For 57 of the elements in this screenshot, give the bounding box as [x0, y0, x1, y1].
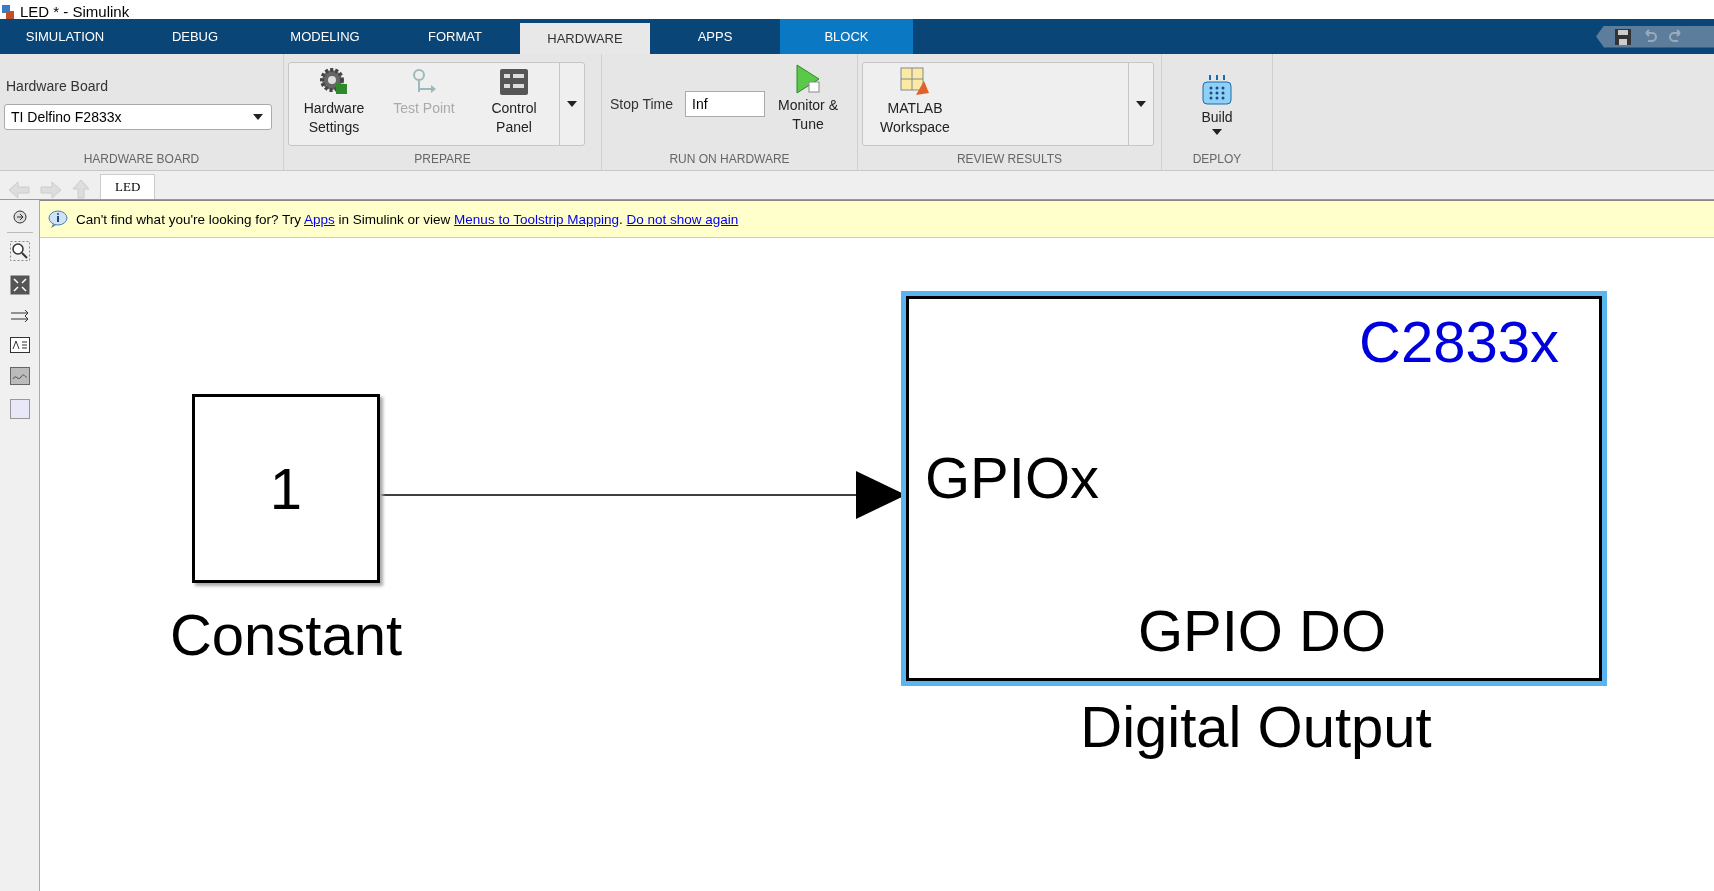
- caret-icon: [567, 101, 577, 107]
- block-name: Constant: [169, 606, 403, 664]
- annotation-icon[interactable]: [9, 337, 30, 353]
- section-label: PREPARE: [413, 151, 472, 168]
- ribbon-tab[interactable]: HARDWARE: [520, 23, 650, 54]
- caret-icon: [1136, 101, 1146, 107]
- ribbon-tab[interactable]: APPS: [650, 19, 780, 54]
- info-icon: [48, 210, 68, 228]
- ribbon-tab[interactable]: DEBUG: [130, 19, 260, 54]
- build-icon: [1201, 73, 1233, 106]
- info-message: Can't find what you're looking for? Try Apps in Simulink or view Menus to Toolstrip Mapping. Do not show again: [76, 211, 739, 227]
- port-label: GPIOx: [925, 449, 1100, 507]
- image-icon[interactable]: [9, 367, 30, 385]
- arrows-icon[interactable]: [9, 309, 30, 323]
- section-label: HARDWARE BOARD: [82, 151, 201, 168]
- section-label: DEPLOY: [1191, 151, 1243, 168]
- info-link[interactable]: Menus to Toolstrip Mapping: [454, 211, 619, 227]
- zoom-icon[interactable]: [9, 241, 30, 261]
- info-link[interactable]: Do not show again: [626, 211, 739, 227]
- gear-icon: [319, 67, 349, 97]
- monitor-tune-button[interactable]: Monitor & Tune: [777, 64, 840, 144]
- caret-icon: [1212, 128, 1222, 135]
- stop-time-field[interactable]: Inf: [685, 91, 766, 117]
- block-value: 1: [269, 459, 303, 518]
- info-link[interactable]: Apps: [304, 211, 335, 227]
- hardware-board-dropdown[interactable]: TI Delfino F2833x: [4, 104, 272, 130]
- area-icon[interactable]: [9, 399, 30, 419]
- target-label: C2833x: [1359, 313, 1559, 371]
- back-icon[interactable]: [8, 181, 30, 199]
- navigate-icon[interactable]: [12, 210, 27, 224]
- window-title: LED * - Simulink: [20, 4, 130, 19]
- hardware-board-label: Hardware Board: [5, 78, 108, 94]
- undo-icon[interactable]: [1642, 28, 1658, 45]
- caret-icon: [253, 114, 263, 120]
- ribbon-tab[interactable]: SIMULATION: [0, 19, 130, 54]
- up-icon[interactable]: [72, 179, 90, 199]
- run-icon: [795, 64, 822, 94]
- block-body-label: GPIO DO: [1137, 602, 1387, 660]
- build-button[interactable]: Build: [1191, 69, 1243, 139]
- constant-block[interactable]: 1: [192, 394, 380, 583]
- stop-time-label: Stop Time: [610, 96, 674, 112]
- ribbon-button[interactable]: Control Panel: [469, 63, 559, 145]
- section-label: REVIEW RESULTS: [955, 151, 1064, 168]
- ribbon-button[interactable]: Hardware Settings: [289, 63, 379, 145]
- ribbon-tab[interactable]: FORMAT: [390, 19, 520, 54]
- ribbon-tab[interactable]: BLOCK: [780, 19, 913, 54]
- section-label: RUN ON HARDWARE: [668, 151, 791, 168]
- ribbon-button[interactable]: MATLAB Workspace: [863, 63, 967, 145]
- save-icon[interactable]: [1614, 27, 1632, 46]
- workspace-icon: [900, 67, 930, 97]
- redo-icon[interactable]: [1668, 28, 1682, 45]
- forward-icon[interactable]: [40, 181, 62, 199]
- control-panel-icon: [499, 67, 529, 97]
- fit-view-icon[interactable]: [9, 275, 30, 295]
- ribbon-tab[interactable]: MODELING: [260, 19, 390, 54]
- app-icon: [2, 5, 16, 19]
- model-tab[interactable]: LED: [100, 174, 156, 199]
